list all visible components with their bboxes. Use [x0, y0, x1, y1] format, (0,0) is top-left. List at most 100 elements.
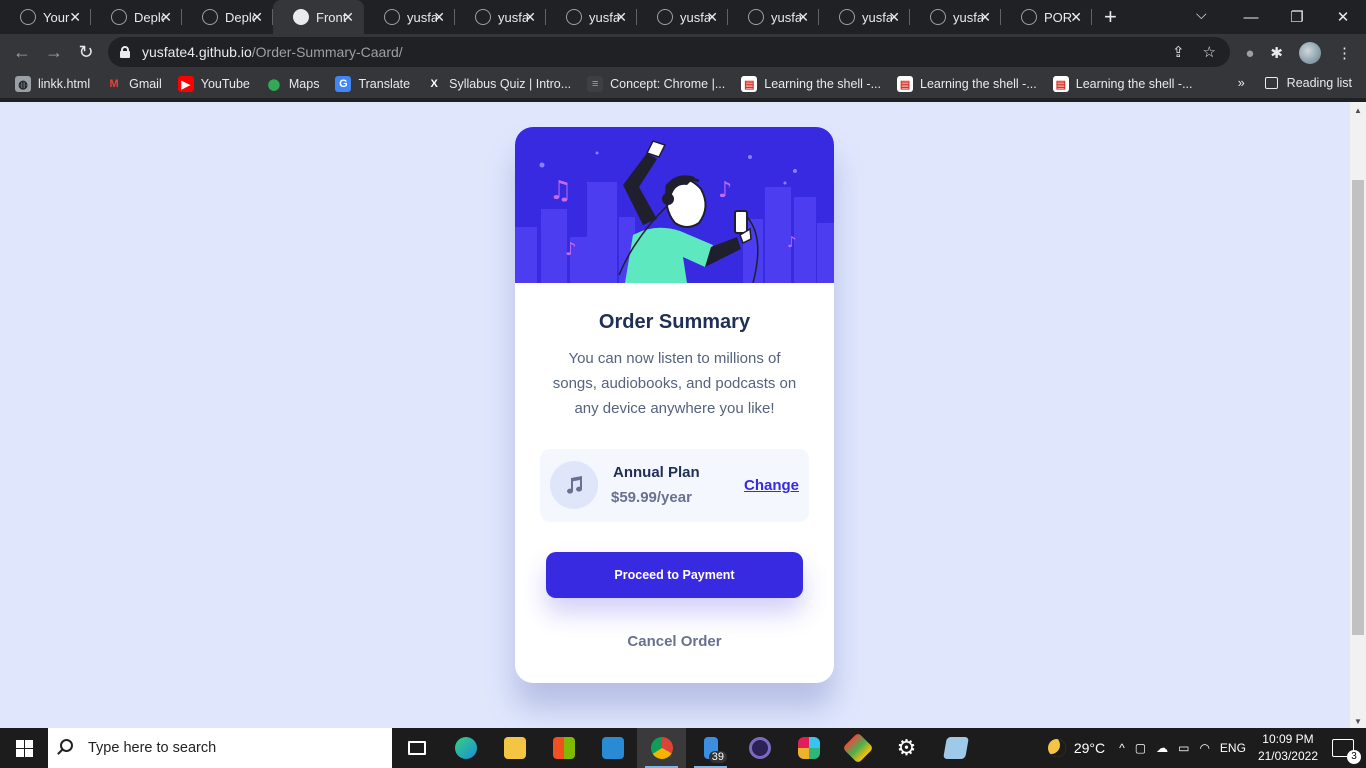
- browser-tab[interactable]: Front ✕: [273, 0, 364, 34]
- bookmark-item[interactable]: ◍ linkk.html: [15, 76, 90, 92]
- tab-favicon-icon: [384, 9, 400, 25]
- page-scrollbar[interactable]: ▲ ▼: [1350, 102, 1366, 728]
- lock-icon[interactable]: [120, 46, 130, 58]
- tab-close-icon[interactable]: ✕: [433, 9, 445, 26]
- proceed-to-payment-button[interactable]: Proceed to Payment: [546, 552, 803, 598]
- extensions-puzzle-icon[interactable]: ✱: [1270, 44, 1283, 62]
- bookmark-label: Translate: [358, 77, 411, 91]
- browser-tab[interactable]: PORT✕: [1001, 0, 1092, 34]
- profile-avatar[interactable]: [1299, 42, 1321, 64]
- more-bookmarks-icon[interactable]: »: [1238, 76, 1245, 90]
- wifi-icon[interactable]: ◠: [1199, 741, 1209, 755]
- bookmark-item[interactable]: M Gmail: [106, 76, 162, 92]
- browser-tab[interactable]: Deplo✕: [182, 0, 273, 34]
- browser-tab[interactable]: yusfa ✕: [455, 0, 546, 34]
- share-icon[interactable]: ⇪: [1172, 43, 1185, 61]
- tray-icons: ^ ▢ ☁ ▭ ◠: [1119, 741, 1210, 755]
- tab-close-icon[interactable]: ✕: [615, 9, 627, 26]
- forward-icon[interactable]: →: [38, 42, 70, 63]
- tab-close-icon[interactable]: ✕: [69, 9, 81, 26]
- browser-tab[interactable]: yusfa ✕: [728, 0, 819, 34]
- browser-tab[interactable]: yusfa ✕: [637, 0, 728, 34]
- cloud-icon[interactable]: ☁: [1156, 741, 1168, 755]
- tab-close-icon[interactable]: ✕: [160, 9, 172, 26]
- browser-tab[interactable]: yusfa ✕: [546, 0, 637, 34]
- clock[interactable]: 10:09 PM 21/03/2022: [1258, 731, 1318, 765]
- notes-app-icon[interactable]: [931, 728, 980, 768]
- file-explorer-icon[interactable]: [490, 728, 539, 768]
- browser-tab[interactable]: yusfa ✕: [819, 0, 910, 34]
- tab-favicon-icon: [566, 9, 582, 25]
- bookmark-item[interactable]: ▤ Learning the shell -...: [897, 76, 1037, 92]
- tab-search-icon[interactable]: ⌵: [1196, 6, 1207, 23]
- extension-icon[interactable]: ●: [1245, 45, 1254, 62]
- tab-favicon-icon: [293, 9, 309, 25]
- maximize-icon[interactable]: ❐: [1274, 8, 1320, 26]
- bookmark-item[interactable]: ⬤ Maps: [266, 76, 320, 92]
- browser-tab[interactable]: Your ✕: [0, 0, 91, 34]
- chevron-up-icon[interactable]: ^: [1119, 741, 1125, 755]
- weather-widget[interactable]: 29°C: [1047, 739, 1105, 757]
- svg-text:♫: ♫: [549, 176, 572, 206]
- meet-icon[interactable]: ▢: [1135, 741, 1146, 755]
- tab-close-icon[interactable]: ✕: [251, 9, 263, 26]
- bookmark-star-icon[interactable]: ☆: [1203, 43, 1216, 61]
- git-icon[interactable]: [833, 728, 882, 768]
- bookmark-item[interactable]: ▶ YouTube: [177, 76, 250, 92]
- vscode-icon[interactable]: [588, 728, 637, 768]
- scrollbar-thumb[interactable]: [1352, 180, 1364, 635]
- tab-close-icon[interactable]: ✕: [524, 9, 536, 26]
- store-icon[interactable]: [539, 728, 588, 768]
- scroll-down-icon[interactable]: ▼: [1354, 717, 1362, 726]
- back-icon[interactable]: ←: [6, 42, 38, 63]
- moon-icon: [1047, 739, 1066, 757]
- task-view-icon[interactable]: [392, 728, 441, 768]
- cancel-order-button[interactable]: Cancel Order: [515, 633, 834, 650]
- app-badge: 39: [708, 751, 727, 763]
- taskbar-search[interactable]: Type here to search: [48, 728, 392, 768]
- language-indicator[interactable]: ENG: [1220, 741, 1246, 755]
- bookmark-label: YouTube: [200, 77, 250, 91]
- eclipse-icon[interactable]: [735, 728, 784, 768]
- browser-tab[interactable]: yusfa ✕: [364, 0, 455, 34]
- slack-icon[interactable]: [784, 728, 833, 768]
- bookmarks-right: » Reading list: [1238, 76, 1352, 90]
- plan-price: $59.99/year: [611, 489, 692, 506]
- bookmark-item[interactable]: ≡ Concept: Chrome |...: [587, 76, 725, 92]
- close-window-icon[interactable]: ✕: [1320, 8, 1366, 26]
- tab-close-icon[interactable]: ✕: [979, 9, 991, 26]
- scroll-up-icon[interactable]: ▲: [1354, 106, 1362, 115]
- tab-close-icon[interactable]: ✕: [888, 9, 900, 26]
- menu-kebab-icon[interactable]: ⋮: [1337, 44, 1352, 62]
- bookmark-item[interactable]: X Syllabus Quiz | Intro...: [426, 76, 571, 92]
- tab-close-icon[interactable]: ✕: [706, 9, 718, 26]
- tab-close-icon[interactable]: ✕: [797, 9, 809, 26]
- tab-favicon-icon: [111, 9, 127, 25]
- bookmark-item[interactable]: ▤ Learning the shell -...: [1052, 76, 1193, 92]
- bookmark-item[interactable]: G Translate: [335, 76, 410, 92]
- minimize-icon[interactable]: —: [1228, 9, 1274, 26]
- chrome-icon[interactable]: [637, 728, 686, 768]
- reload-icon[interactable]: ↻: [70, 42, 102, 63]
- bookmark-label: Learning the shell -...: [764, 77, 882, 91]
- bookmark-label: Concept: Chrome |...: [610, 77, 726, 91]
- notification-count: 3: [1347, 750, 1361, 764]
- address-bar[interactable]: yusfate4.github.io/Order-Summary-Caard/ …: [108, 37, 1230, 67]
- browser-tab[interactable]: Deplo✕: [91, 0, 182, 34]
- edge-icon[interactable]: [441, 728, 490, 768]
- notepad-icon[interactable]: 39: [686, 728, 735, 768]
- settings-gear-icon[interactable]: ⚙: [882, 728, 931, 768]
- new-tab-icon[interactable]: +: [1104, 4, 1117, 30]
- battery-icon[interactable]: ▭: [1178, 741, 1189, 755]
- x-icon: X: [430, 78, 438, 90]
- tab-close-icon[interactable]: ✕: [1070, 9, 1082, 26]
- notifications-icon[interactable]: 3: [1332, 739, 1361, 764]
- tab-close-icon[interactable]: ✕: [342, 9, 354, 26]
- bookmark-item[interactable]: ▤ Learning the shell -...: [741, 76, 881, 92]
- reading-list-button[interactable]: Reading list: [1287, 76, 1352, 90]
- tab-favicon-icon: [475, 9, 491, 25]
- tab-separator: [1091, 9, 1092, 25]
- browser-tab[interactable]: yusfa ✕: [910, 0, 1001, 34]
- start-button[interactable]: [0, 728, 48, 768]
- change-plan-link[interactable]: Change: [744, 477, 799, 494]
